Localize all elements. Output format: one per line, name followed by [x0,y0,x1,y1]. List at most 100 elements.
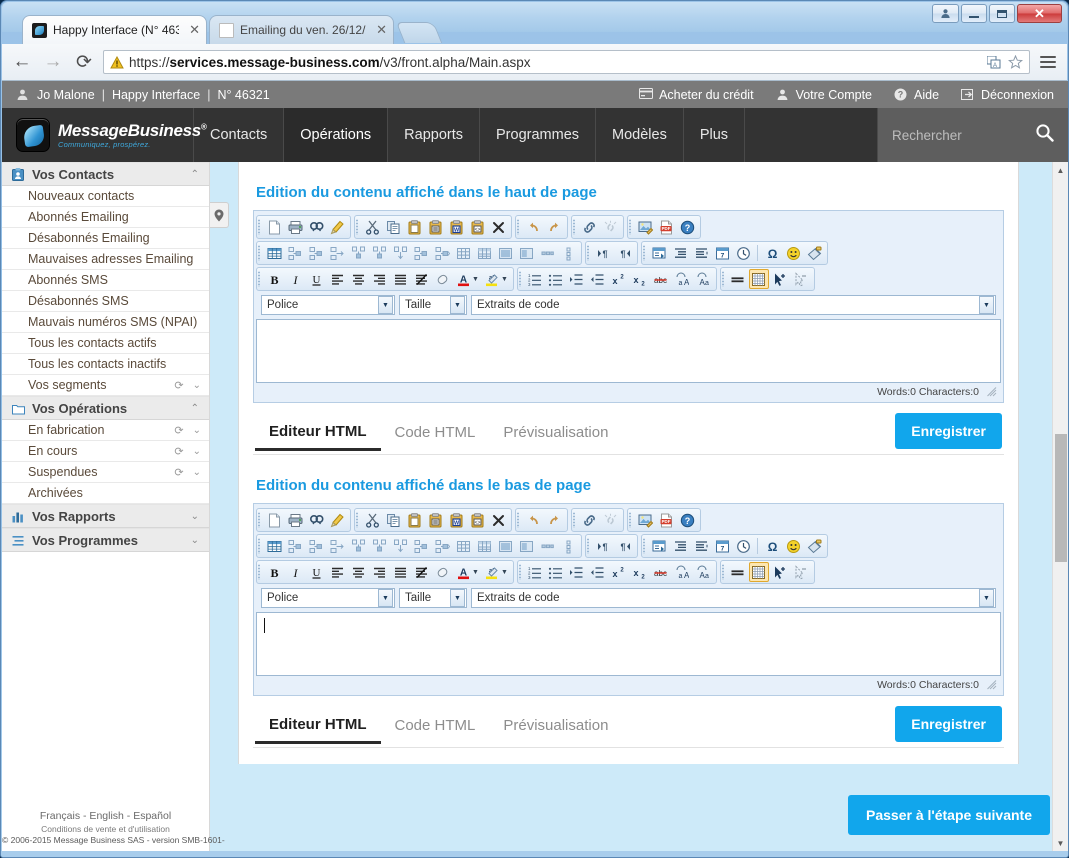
chevron-down-icon[interactable]: ▼ [979,589,994,607]
divider-icon[interactable] [537,536,557,556]
strikethrough-icon[interactable]: abc [651,269,671,289]
about-icon[interactable]: ? [677,510,697,530]
remove-format-icon[interactable] [488,510,508,530]
copy-icon[interactable] [383,217,403,237]
resize-grip-icon[interactable] [987,679,997,690]
undo-icon[interactable] [523,510,543,530]
new-page-icon[interactable] [264,510,284,530]
search-icon[interactable] [1035,123,1054,147]
grid2-icon[interactable] [474,536,494,556]
strike-block-icon[interactable] [411,562,431,582]
sidebar-item-mauvaises-adresses-emailing[interactable]: Mauvaises adresses Emailing [2,249,209,270]
window-close-button[interactable]: ✕ [1017,4,1062,23]
editor-2-tab-editeur-html[interactable]: Editeur HTML [255,710,381,744]
scroll-up-arrow-icon[interactable]: ▲ [1053,162,1068,178]
paste-word-icon[interactable]: W [446,510,466,530]
strike-block-icon[interactable] [411,269,431,289]
copy-icon[interactable] [383,510,403,530]
sidebar-item-mauvais-numeros-sms[interactable]: Mauvais numéros SMS (NPAI) [2,312,209,333]
select-all-icon[interactable] [327,510,347,530]
back-button[interactable]: ← [10,50,34,74]
help-link[interactable]: ? Aide [894,88,939,102]
paste-icon[interactable] [404,510,424,530]
chevron-down-icon[interactable]: ⌄ [193,446,201,457]
chevron-down-icon[interactable]: ⌄ [191,535,199,546]
find-icon[interactable] [306,217,326,237]
chevron-up-icon[interactable]: ⌃ [191,169,199,180]
lowercase-icon[interactable]: Aa [693,562,713,582]
window-user-button[interactable] [932,4,959,23]
merge-cells-icon[interactable] [411,243,431,263]
align-right-icon[interactable] [369,562,389,582]
split-cell-icon[interactable] [432,536,452,556]
sidebar-group-vos-operations[interactable]: Vos Opérations ⌃ [2,396,209,420]
indent-block-icon[interactable] [670,536,690,556]
insert-row-after-icon[interactable] [369,243,389,263]
sidebar-item-vos-segments[interactable]: Vos segments ⟳ ⌄ [2,375,209,396]
sidebar-item-en-fabrication[interactable]: En fabrication ⟳ ⌄ [2,420,209,441]
translate-icon[interactable]: A [986,54,1002,70]
text-color-icon[interactable]: A [453,562,473,582]
decrease-indent-icon[interactable] [588,562,608,582]
table-icon[interactable] [264,536,284,556]
insert-col-left-icon[interactable] [285,243,305,263]
date-icon[interactable]: 7 [712,536,732,556]
your-account-link[interactable]: Votre Compte [776,88,872,102]
align-left-icon[interactable] [327,269,347,289]
code-snippets-select[interactable]: Extraits de code ▼ [471,588,996,608]
sidebar-item-suspendues[interactable]: Suspendues ⟳ ⌄ [2,462,209,483]
increase-indent-icon[interactable] [567,269,587,289]
template-icon[interactable] [649,243,669,263]
sidebar-group-vos-rapports[interactable]: Vos Rapports ⌄ [2,504,209,528]
insert-row-after-icon[interactable] [369,536,389,556]
eraser-icon[interactable] [432,269,452,289]
bold-icon[interactable]: B [264,562,284,582]
grid-icon[interactable] [453,536,473,556]
font-size-select[interactable]: Taille ▼ [399,588,467,608]
insecure-warning-icon[interactable] [110,55,124,69]
bg-color-icon[interactable]: ab [482,269,502,289]
language-links[interactable]: Français - English - Español [2,810,209,822]
select-element-icon[interactable] [770,562,790,582]
delete-row-icon[interactable] [390,243,410,263]
sidebar-item-abonnes-sms[interactable]: Abonnés SMS [2,270,209,291]
redo-icon[interactable] [544,217,564,237]
underline-icon[interactable]: U [306,562,326,582]
nav-item-plus[interactable]: Plus [684,108,746,162]
special-char-icon[interactable]: Ω [762,243,782,263]
sidebar-item-abonnes-emailing[interactable]: Abonnés Emailing [2,207,209,228]
increase-indent-icon[interactable] [567,562,587,582]
paste-code-icon[interactable]: <> [467,217,487,237]
align-center-icon[interactable] [348,562,368,582]
browser-menu-button[interactable] [1037,51,1059,73]
chevron-down-icon[interactable]: ⌄ [191,511,199,522]
divider-icon[interactable] [537,243,557,263]
chevron-down-icon[interactable]: ▼ [378,589,393,607]
superscript-icon[interactable]: x2 [609,562,629,582]
insert-row-before-icon[interactable] [348,536,368,556]
smiley-icon[interactable] [783,536,803,556]
remove-format-icon[interactable] [488,217,508,237]
font-family-select[interactable]: Police ▼ [261,588,395,608]
code-snippets-select[interactable]: Extraits de code ▼ [471,295,996,315]
delete-col-icon[interactable] [327,536,347,556]
browser-tab-0[interactable]: Happy Interface (N° 46321 ✕ [22,15,207,44]
special-char-icon[interactable]: Ω [762,536,782,556]
italic-icon[interactable]: I [285,562,305,582]
undo-icon[interactable] [523,217,543,237]
time-icon[interactable] [733,536,753,556]
horizontal-rule-icon[interactable] [728,269,748,289]
pdf-icon[interactable]: PDF [656,217,676,237]
print-icon[interactable] [285,217,305,237]
horizontal-rule-icon[interactable] [728,562,748,582]
paste-text-icon[interactable] [425,217,445,237]
cell-prop-icon[interactable] [495,536,515,556]
chevron-down-icon[interactable]: ▼ [979,296,994,314]
numbered-list-icon[interactable]: 123 [525,562,545,582]
paste-text-icon[interactable] [425,510,445,530]
sidebar-item-desabonnes-sms[interactable]: Désabonnés SMS [2,291,209,312]
bg-color-icon[interactable]: ab [482,562,502,582]
uppercase-icon[interactable]: aA [672,269,692,289]
cut-icon[interactable] [362,510,382,530]
delete-row-icon[interactable] [390,536,410,556]
